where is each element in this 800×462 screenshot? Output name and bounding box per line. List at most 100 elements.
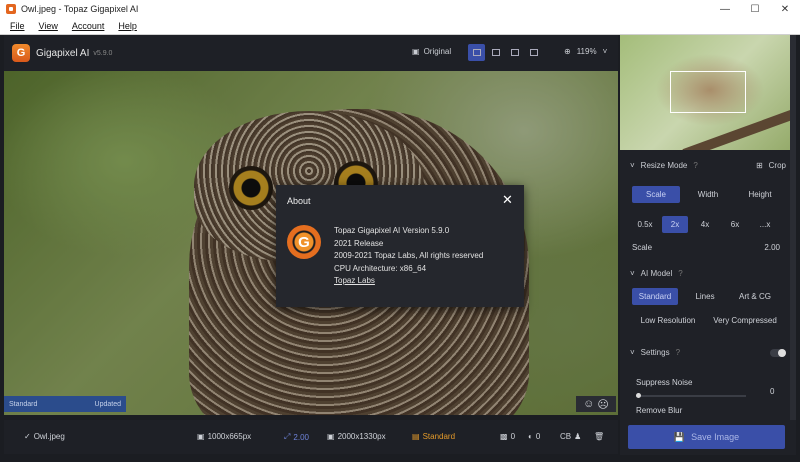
- viewport-rectangle[interactable]: [670, 71, 746, 113]
- scale-4x[interactable]: 4x: [692, 216, 718, 233]
- model-indicator-value: Standard: [423, 432, 455, 441]
- close-icon[interactable]: ✕: [502, 192, 513, 208]
- suppress-noise-slider[interactable]: [636, 395, 746, 397]
- output-size: ▣ 2000x1330px: [327, 432, 386, 441]
- resize-tabs: Scale Width Height: [632, 186, 784, 203]
- model-standard[interactable]: Standard: [632, 288, 678, 305]
- settings-toggle[interactable]: [770, 349, 786, 357]
- model-lines[interactable]: Lines: [682, 288, 728, 305]
- noise-icon: ▩: [500, 432, 508, 441]
- scale-indicator: ⤢ 2.00: [284, 432, 309, 442]
- output-size-value: 2000x1330px: [338, 432, 386, 441]
- original-toggle[interactable]: ▣ Original: [412, 47, 451, 56]
- scale-custom[interactable]: ...x: [752, 216, 778, 233]
- original-label: Original: [424, 47, 452, 56]
- ai-model-header[interactable]: ˅ AI Model ?: [630, 269, 683, 278]
- expand-icon: ⤢: [284, 432, 290, 442]
- save-image-label: Save Image: [691, 432, 739, 442]
- menu-bar: File View Account Help: [0, 18, 800, 35]
- menu-file[interactable]: File: [10, 21, 25, 31]
- model-icon: ▤: [412, 432, 420, 441]
- split-view-button[interactable]: [487, 44, 504, 61]
- model-low-resolution[interactable]: Low Resolution: [632, 312, 704, 329]
- scale-2x[interactable]: 2x: [662, 216, 688, 233]
- maximize-button[interactable]: ☐: [740, 0, 770, 18]
- help-icon[interactable]: ?: [678, 269, 682, 278]
- remove-blur-label: Remove Blur: [636, 406, 682, 415]
- navigator-thumbnail[interactable]: [620, 35, 796, 150]
- blur-icon: ◐: [528, 432, 533, 441]
- about-title: About: [287, 196, 311, 206]
- minimize-button[interactable]: —: [710, 0, 740, 18]
- app-version: v5.9.0: [93, 50, 112, 57]
- settings-header[interactable]: ˅ Settings ?: [630, 348, 786, 357]
- settings-label: Settings: [641, 348, 670, 357]
- resize-mode-label: Resize Mode: [641, 161, 688, 170]
- model-indicator: ▤ Standard: [412, 432, 455, 441]
- model-art-cg[interactable]: Art & CG: [732, 288, 778, 305]
- help-icon[interactable]: ?: [676, 348, 680, 357]
- save-icon: 💾: [674, 432, 685, 443]
- chevron-down-icon: ˅: [630, 161, 635, 170]
- tab-scale[interactable]: Scale: [632, 186, 680, 203]
- architecture-line: CPU Architecture: x86_64: [334, 263, 483, 276]
- tab-height[interactable]: Height: [736, 186, 784, 203]
- menu-account[interactable]: Account: [72, 21, 105, 31]
- scale-row: Scale 2.00: [632, 243, 780, 252]
- app-window: Owl.jpeg - Topaz Gigapixel AI — ☐ ✕ File…: [0, 0, 800, 462]
- compare-right-label: Updated: [95, 401, 121, 408]
- side-by-side-view-button[interactable]: [506, 44, 523, 61]
- feedback-buttons: ☺ ☹: [576, 396, 616, 412]
- compare-label-bar: Standard Updated: [4, 396, 126, 412]
- file-bar: ✓ Owl.jpeg ▣ 1000x665px ⤢ 2.00 ▣ 2000x13…: [4, 420, 618, 454]
- remove-blur-row: Remove Blur: [636, 406, 784, 415]
- scale-0-5x[interactable]: 0.5x: [632, 216, 658, 233]
- zoom-value: 119%: [577, 47, 597, 56]
- chevron-down-icon: ˅: [630, 269, 635, 278]
- file-item[interactable]: ✓ Owl.jpeg: [24, 432, 65, 441]
- menu-help[interactable]: Help: [118, 21, 137, 31]
- check-icon: ✓: [24, 432, 31, 441]
- frown-icon[interactable]: ☹: [597, 398, 608, 411]
- topaz-logo-icon: G: [287, 225, 321, 259]
- noise-indicator-value: 0: [511, 432, 515, 441]
- scale-value-input[interactable]: 2.00: [764, 243, 780, 252]
- smile-icon[interactable]: ☺: [583, 398, 594, 410]
- version-line: Topaz Gigapixel AI Version 5.9.0: [334, 225, 483, 238]
- topaz-labs-link[interactable]: Topaz Labs: [334, 276, 375, 285]
- close-button[interactable]: ✕: [770, 0, 800, 18]
- top-toolbar: G Gigapixel AI v5.9.0 ▣ Original ⊕ 119% …: [4, 35, 618, 71]
- suppress-noise-value[interactable]: 0: [770, 387, 774, 396]
- scale-indicator-value: 2.00: [293, 433, 309, 442]
- panel-scrollbar[interactable]: [790, 35, 796, 420]
- input-size-value: 1000x665px: [208, 432, 252, 441]
- zoom-control[interactable]: ⊕ 119% ˅: [564, 47, 607, 56]
- release-line: 2021 Release: [334, 238, 483, 251]
- resize-mode-header[interactable]: ˅ Resize Mode ? ⊞ Crop: [630, 161, 786, 170]
- copyright-line: 2009-2021 Topaz Labs, All rights reserve…: [334, 250, 483, 263]
- slider-handle[interactable]: [636, 393, 641, 398]
- scale-6x[interactable]: 6x: [722, 216, 748, 233]
- app-icon: [6, 4, 16, 14]
- blur-indicator-value: 0: [536, 432, 540, 441]
- person-icon: ♟: [574, 432, 581, 441]
- single-view-button[interactable]: [468, 44, 485, 61]
- save-image-button[interactable]: 💾 Save Image: [628, 425, 785, 449]
- file-name: Owl.jpeg: [34, 432, 65, 441]
- model-very-compressed[interactable]: Very Compressed: [708, 312, 782, 329]
- scale-options: 0.5x 2x 4x 6x ...x: [632, 216, 778, 233]
- output-size-icon: ▣: [327, 432, 335, 441]
- face-indicator: CB ♟: [560, 432, 581, 441]
- trash-icon[interactable]: 🗑: [594, 432, 604, 441]
- menu-view[interactable]: View: [39, 21, 58, 31]
- settings-panel: ˅ Resize Mode ? ⊞ Crop Scale Width Heigh…: [620, 35, 796, 455]
- chevron-down-icon: ˅: [603, 47, 608, 56]
- crop-button[interactable]: Crop: [769, 161, 786, 170]
- tab-width[interactable]: Width: [684, 186, 732, 203]
- face-indicator-value: CB: [560, 432, 571, 441]
- window-title: Owl.jpeg - Topaz Gigapixel AI: [21, 4, 710, 14]
- grid-view-button[interactable]: [525, 44, 542, 61]
- image-size-icon: ▣: [197, 432, 205, 441]
- help-icon[interactable]: ?: [693, 161, 697, 170]
- input-size: ▣ 1000x665px: [197, 432, 251, 441]
